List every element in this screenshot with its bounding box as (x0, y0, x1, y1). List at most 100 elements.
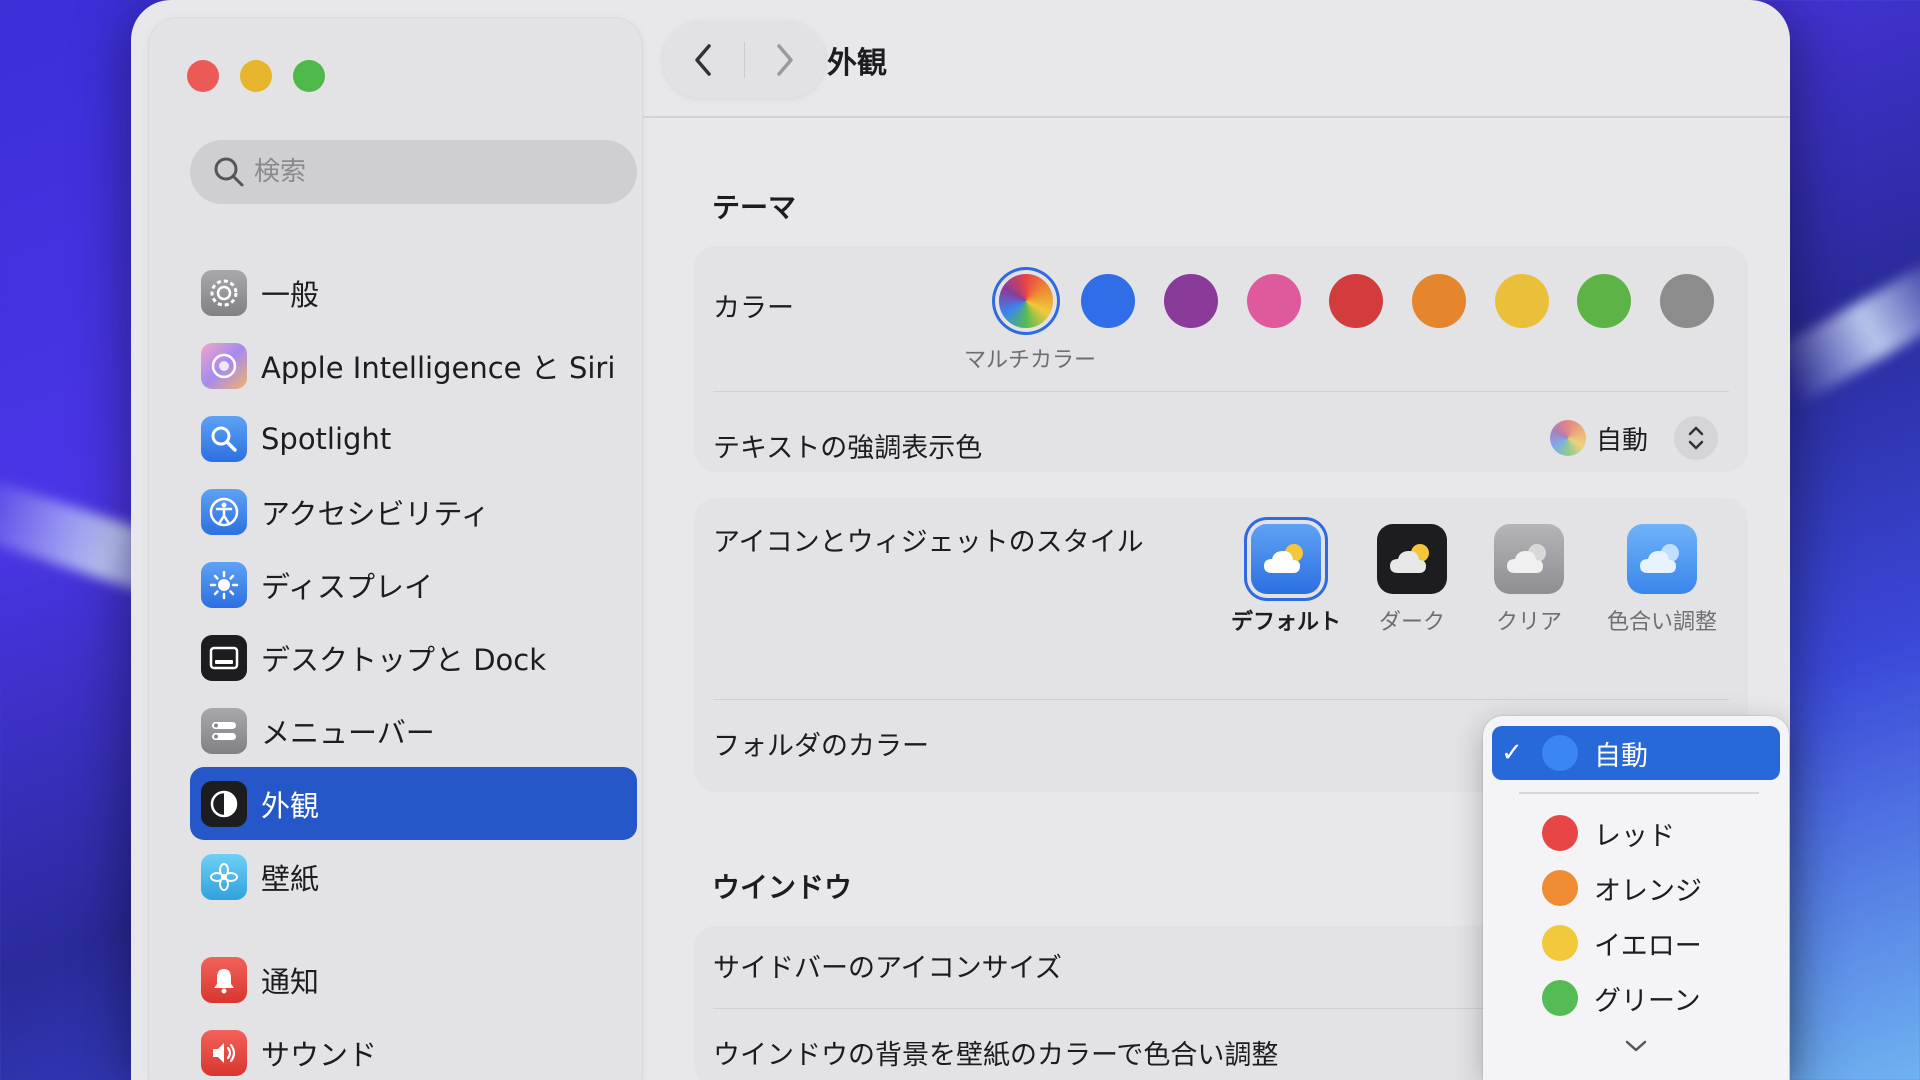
menu-item-orange[interactable]: オレンジ (1492, 861, 1780, 915)
sidebar-item-desktop-dock[interactable]: デスクトップと Dock (190, 621, 637, 694)
forward-button[interactable] (745, 22, 826, 98)
page-title: 外観 (827, 46, 887, 81)
chevron-right-icon (777, 44, 793, 76)
menu-item-label: 自動 (1594, 740, 1648, 772)
icon-style-caption: デフォルト (1230, 610, 1341, 635)
wallpaper-icon (201, 853, 247, 900)
sidebar-icon-size-label: サイドバーのアイコンサイズ (713, 953, 1062, 984)
color-swatch-orange[interactable] (1412, 274, 1466, 328)
notifications-icon (201, 956, 247, 1003)
color-swatch-red[interactable] (1329, 274, 1383, 328)
icon-style-tinted[interactable]: 色合い調整 (1599, 524, 1725, 636)
display-icon (201, 561, 247, 608)
icon-style-label: アイコンとウィジェットのスタイル (713, 527, 1144, 558)
appearance-icon (201, 780, 247, 827)
sidebar-item-label: 壁紙 (261, 861, 320, 896)
search-icon (214, 157, 244, 187)
sidebar-item-menubar[interactable]: メニューバー (190, 694, 637, 767)
sidebar-item-appearance[interactable]: 外観 (190, 767, 637, 840)
back-button[interactable] (663, 22, 744, 98)
color-swatch-blue[interactable] (1081, 274, 1135, 328)
menu-separator (1519, 792, 1759, 794)
sidebar-item-label: ディスプレイ (261, 569, 433, 604)
icon-style-caption: クリア (1495, 610, 1562, 635)
sound-icon (201, 1029, 247, 1076)
dock-icon (201, 634, 247, 681)
siri-icon (201, 342, 247, 389)
sidebar-item-label: デスクトップと Dock (261, 642, 547, 677)
menu-item-auto[interactable]: ✓ 自動 (1492, 726, 1780, 780)
color-dot (1542, 735, 1578, 771)
weather-icon (1251, 524, 1321, 594)
icon-style-caption: ダーク (1378, 610, 1445, 635)
color-label: カラー (713, 293, 794, 324)
theme-section-title: テーマ (712, 191, 797, 224)
highlight-color-popup[interactable]: 自動 (1549, 414, 1718, 462)
weather-icon (1627, 524, 1697, 594)
color-swatch-yellow[interactable] (1495, 274, 1549, 328)
menu-item-yellow[interactable]: イエロー (1492, 916, 1780, 970)
spotlight-icon (201, 415, 247, 462)
sidebar-list: 一般 Apple Intelligence と Siri Spotlight ア… (190, 256, 637, 1080)
zoom-button[interactable] (293, 60, 325, 92)
window-section-title: ウインドウ (712, 871, 853, 904)
checkmark-icon: ✓ (1501, 738, 1523, 768)
selected-color-caption: マルチカラー (964, 348, 1097, 373)
accessibility-icon (201, 488, 247, 535)
sidebar-item-label: サウンド (261, 1037, 378, 1072)
folder-color-menu: ✓ 自動 レッド オレンジ イエロー グリーン (1483, 716, 1789, 1080)
sidebar-item-label: アクセシビリティ (261, 496, 490, 531)
sidebar: 一般 Apple Intelligence と Siri Spotlight ア… (149, 18, 642, 1080)
color-dot (1542, 980, 1578, 1016)
stepper-icon (1674, 416, 1718, 460)
sidebar-item-label: Apple Intelligence と Siri (261, 350, 616, 385)
weather-icon (1494, 524, 1564, 594)
icon-style-caption: 色合い調整 (1606, 610, 1717, 635)
sidebar-item-accessibility[interactable]: アクセシビリティ (190, 475, 637, 548)
color-swatch-purple[interactable] (1164, 274, 1218, 328)
close-button[interactable] (187, 60, 219, 92)
sidebar-item-label: 一般 (261, 277, 320, 312)
color-dot (1542, 925, 1578, 961)
menu-item-green[interactable]: グリーン (1492, 971, 1780, 1025)
color-dot (1542, 870, 1578, 906)
row-separator (713, 391, 1729, 392)
sidebar-item-sound[interactable]: サウンド (190, 1016, 637, 1080)
sidebar-item-notifications[interactable]: 通知 (190, 943, 637, 1016)
search-field[interactable] (190, 140, 637, 204)
sidebar-item-display[interactable]: ディスプレイ (190, 548, 637, 621)
menu-item-label: レッド (1594, 820, 1675, 852)
wallpaper-streak (1768, 254, 1920, 406)
search-input[interactable] (254, 157, 614, 187)
weather-icon (1377, 524, 1447, 594)
icon-style-clear[interactable]: クリア (1479, 524, 1579, 636)
minimize-button[interactable] (240, 60, 272, 92)
color-dot (1542, 815, 1578, 851)
sidebar-item-label: メニューバー (261, 715, 435, 750)
theme-card: カラー マルチカラー テキストの強調表示色 自動 (694, 246, 1748, 472)
sidebar-item-general[interactable]: 一般 (190, 256, 637, 329)
toolbar: 外観 (642, 0, 1790, 118)
menubar-icon (201, 707, 247, 754)
menu-item-red[interactable]: レッド (1492, 806, 1780, 860)
gear-icon (201, 269, 247, 316)
highlight-color-label: テキストの強調表示色 (713, 433, 983, 464)
menu-item-label: グリーン (1594, 985, 1701, 1017)
icon-style-default[interactable]: デフォルト (1226, 524, 1346, 636)
color-swatch-graphite[interactable] (1660, 274, 1714, 328)
sidebar-item-siri[interactable]: Apple Intelligence と Siri (190, 329, 637, 402)
sidebar-item-label: 通知 (261, 964, 320, 999)
folder-color-label: フォルダのカラー (713, 731, 929, 762)
sidebar-item-spotlight[interactable]: Spotlight (190, 402, 637, 475)
row-separator (713, 699, 1729, 700)
color-swatch-pink[interactable] (1247, 274, 1301, 328)
sidebar-item-label: 外観 (261, 788, 320, 823)
highlight-color-value: 自動 (1595, 425, 1648, 456)
icon-style-dark[interactable]: ダーク (1362, 524, 1462, 636)
color-swatch-green[interactable] (1577, 274, 1631, 328)
scroll-down-icon[interactable] (1623, 1038, 1649, 1058)
menu-item-label: イエロー (1594, 930, 1702, 962)
color-swatch-multicolor[interactable] (999, 274, 1053, 328)
tint-background-label: ウインドウの背景を壁紙のカラーで色合い調整 (713, 1040, 1279, 1071)
sidebar-item-wallpaper[interactable]: 壁紙 (190, 840, 637, 913)
